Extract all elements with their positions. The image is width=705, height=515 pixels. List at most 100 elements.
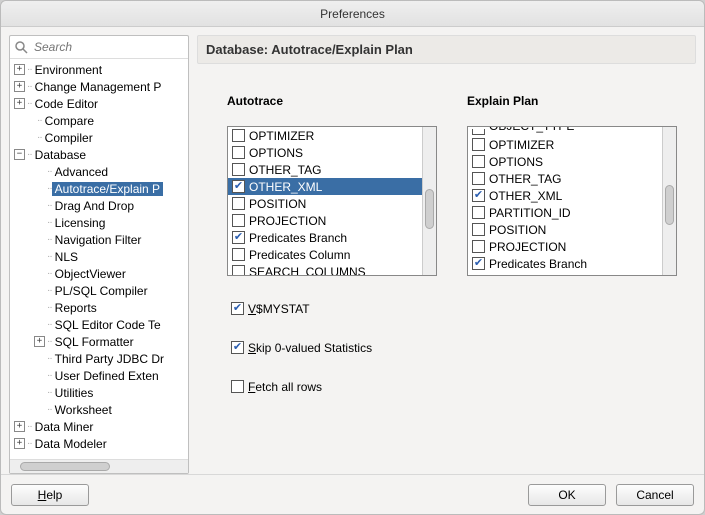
autotrace-scrollbar-thumb[interactable] — [425, 189, 434, 229]
tree-row[interactable]: +··Code Editor — [10, 95, 188, 112]
tree-horizontal-scrollbar[interactable] — [10, 459, 188, 473]
tree-expand-icon[interactable]: + — [34, 336, 45, 347]
tree-item-label: Advanced — [52, 165, 111, 179]
tree-leaf-marker — [34, 183, 45, 194]
tree-row[interactable]: ··Licensing — [10, 214, 188, 231]
checkbox[interactable] — [472, 206, 485, 219]
list-item[interactable]: PARTITION_ID — [468, 204, 662, 221]
tree-item-label: Utilities — [52, 386, 97, 400]
autotrace-vertical-scrollbar[interactable] — [422, 127, 436, 275]
checkbox[interactable] — [232, 265, 245, 275]
explain-header: Explain Plan — [467, 94, 677, 108]
tree-leaf-marker — [34, 387, 45, 398]
tree-row[interactable]: +··Environment — [10, 61, 188, 78]
list-item[interactable]: OTHER_XML — [228, 178, 422, 195]
preferences-tree[interactable]: +··Environment+··Change Management P+··C… — [10, 59, 188, 459]
fetch-all-checkbox-row[interactable]: Fetch all rows — [227, 378, 686, 395]
checkbox[interactable] — [472, 138, 485, 151]
tree-row[interactable]: −··Database — [10, 146, 188, 163]
vmystat-checkbox[interactable] — [231, 302, 244, 315]
tree-row[interactable]: ··Compare — [10, 112, 188, 129]
skip-zero-checkbox-row[interactable]: Skip 0-valued Statistics — [227, 339, 686, 356]
tree-expand-icon[interactable]: + — [14, 98, 25, 109]
tree-item-label: Database — [32, 148, 89, 162]
tree-row[interactable]: ··ObjectViewer — [10, 265, 188, 282]
tree-row[interactable]: ··Autotrace/Explain P — [10, 180, 188, 197]
tree-expand-icon[interactable]: + — [14, 64, 25, 75]
list-item[interactable]: OPTIMIZER — [228, 127, 422, 144]
tree-scrollbar-thumb[interactable] — [20, 462, 110, 471]
list-item[interactable]: Predicates Branch — [228, 229, 422, 246]
help-button[interactable]: Help — [11, 484, 89, 506]
tree-expand-icon[interactable]: + — [14, 438, 25, 449]
checkbox[interactable] — [472, 155, 485, 168]
tree-leaf-marker — [34, 404, 45, 415]
checkbox[interactable] — [232, 231, 245, 244]
tree-row[interactable]: +··Data Miner — [10, 418, 188, 435]
checkbox[interactable] — [232, 214, 245, 227]
tree-row[interactable]: ··Drag And Drop — [10, 197, 188, 214]
tree-row[interactable]: ··Navigation Filter — [10, 231, 188, 248]
tree-row[interactable]: ··Utilities — [10, 384, 188, 401]
list-item[interactable]: POSITION — [468, 221, 662, 238]
checkbox[interactable] — [472, 189, 485, 202]
list-item[interactable]: Predicates Branch — [468, 255, 662, 272]
list-item[interactable]: PROJECTION — [228, 212, 422, 229]
search-input[interactable] — [32, 39, 193, 55]
settings-panel: Database: Autotrace/Explain Plan Autotra… — [197, 35, 696, 474]
list-item[interactable]: OPTIONS — [468, 153, 662, 170]
checkbox[interactable] — [232, 146, 245, 159]
checkbox[interactable] — [232, 197, 245, 210]
tree-row[interactable]: ··SQL Editor Code Te — [10, 316, 188, 333]
checkbox[interactable] — [472, 257, 485, 270]
checkbox[interactable] — [472, 172, 485, 185]
tree-row[interactable]: +··Change Management P — [10, 78, 188, 95]
list-item[interactable]: OPTIONS — [228, 144, 422, 161]
tree-row[interactable]: ··Third Party JDBC Dr — [10, 350, 188, 367]
tree-collapse-icon[interactable]: − — [14, 149, 25, 160]
list-item[interactable]: POSITION — [228, 195, 422, 212]
tree-item-label: PL/SQL Compiler — [52, 284, 151, 298]
tree-row[interactable]: ··PL/SQL Compiler — [10, 282, 188, 299]
explain-listbox[interactable]: OBJECT_TYPE OPTIMIZEROPTIONSOTHER_TAGOTHE… — [467, 126, 677, 276]
list-item[interactable]: Predicates Column — [228, 246, 422, 263]
list-item[interactable]: PROJECTION — [468, 238, 662, 255]
cancel-button[interactable]: Cancel — [616, 484, 694, 506]
fetch-all-checkbox[interactable] — [231, 380, 244, 393]
window-title: Preferences — [1, 1, 704, 27]
list-item[interactable]: OTHER_XML — [468, 187, 662, 204]
tree-row[interactable]: ··Compiler — [10, 129, 188, 146]
vmystat-checkbox-row[interactable]: V$MYSTAT — [227, 300, 686, 317]
tree-row[interactable]: +··Data Modeler — [10, 435, 188, 452]
tree-leaf-marker — [34, 251, 45, 262]
list-item[interactable]: OTHER_TAG — [468, 170, 662, 187]
skip-zero-checkbox[interactable] — [231, 341, 244, 354]
tree-expand-icon[interactable]: + — [14, 81, 25, 92]
list-item-partial[interactable]: Predicates Column — [468, 272, 662, 275]
tree-expand-icon[interactable]: + — [14, 421, 25, 432]
checkbox[interactable] — [472, 223, 485, 236]
list-item-label: OBJECT_TYPE — [489, 127, 574, 133]
checkbox[interactable] — [232, 248, 245, 261]
ok-button[interactable]: OK — [528, 484, 606, 506]
tree-row[interactable]: ··Worksheet — [10, 401, 188, 418]
checkbox[interactable] — [472, 240, 485, 253]
list-item[interactable]: SEARCH_COLUMNS — [228, 263, 422, 275]
autotrace-listbox[interactable]: OPTIMIZEROPTIONSOTHER_TAGOTHER_XMLPOSITI… — [227, 126, 437, 276]
checkbox[interactable] — [472, 129, 485, 135]
list-item[interactable]: OPTIMIZER — [468, 136, 662, 153]
checkbox[interactable] — [232, 163, 245, 176]
tree-row[interactable]: ··NLS — [10, 248, 188, 265]
tree-row[interactable]: ··Reports — [10, 299, 188, 316]
explain-vertical-scrollbar[interactable] — [662, 127, 676, 275]
explain-scrollbar-thumb[interactable] — [665, 185, 674, 225]
tree-leaf-marker — [34, 319, 45, 330]
columns: Autotrace OPTIMIZEROPTIONSOTHER_TAGOTHER… — [227, 94, 686, 276]
list-item-partial[interactable]: OBJECT_TYPE — [468, 127, 662, 136]
checkbox[interactable] — [232, 180, 245, 193]
tree-row[interactable]: ··Advanced — [10, 163, 188, 180]
tree-row[interactable]: +··SQL Formatter — [10, 333, 188, 350]
checkbox[interactable] — [232, 129, 245, 142]
tree-row[interactable]: ··User Defined Exten — [10, 367, 188, 384]
list-item[interactable]: OTHER_TAG — [228, 161, 422, 178]
